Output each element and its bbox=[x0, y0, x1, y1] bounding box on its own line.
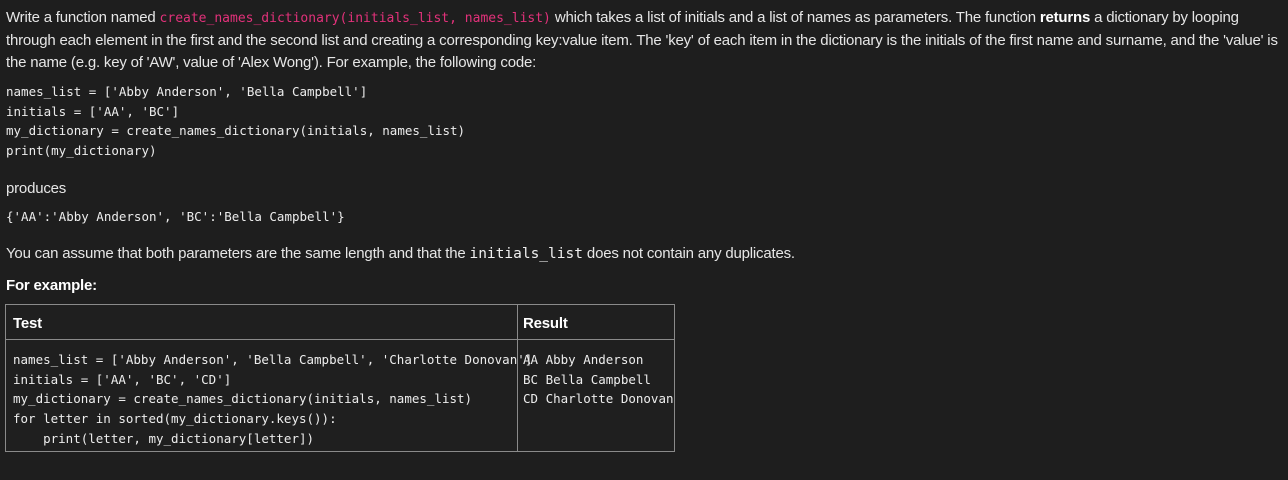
code-line: my_dictionary = create_names_dictionary(… bbox=[6, 123, 466, 139]
table-header-row: Test Result bbox=[6, 305, 674, 340]
test-code-line: for letter in sorted(my_dictionary.keys(… bbox=[13, 411, 337, 427]
for-example-label: For example: bbox=[6, 277, 97, 294]
test-code-line: initials = ['AA', 'BC', 'CD'] bbox=[13, 371, 232, 387]
result-line: BC Bella Campbell bbox=[523, 371, 651, 387]
returns-bold: returns bbox=[1039, 9, 1091, 26]
assume-text-2: does not contain any duplicates. bbox=[582, 245, 795, 262]
produces-output: {'AA':'Abby Anderson', 'BC':'Bella Campb… bbox=[6, 209, 345, 224]
for-example-heading: For example: bbox=[6, 275, 1282, 297]
code-line: names_list = ['Abby Anderson', 'Bella Ca… bbox=[6, 84, 368, 99]
example-code-block: names_list = ['Abby Anderson', 'Bella Ca… bbox=[6, 82, 465, 161]
intro-text-2: which takes a list of initials and a lis… bbox=[550, 9, 1040, 26]
initials-list-code: initials_list bbox=[469, 246, 583, 262]
assumption-text: You can assume that both parameters are … bbox=[6, 243, 1282, 265]
intro-text-1: Write a function named bbox=[6, 9, 160, 26]
test-code-line: print(letter, my_dictionary[letter]) bbox=[13, 430, 315, 446]
function-signature: create_names_dictionary(initials_list, n… bbox=[159, 11, 551, 26]
result-cell: AA Abby Anderson BC Bella Campbell CD Char… bbox=[523, 350, 674, 409]
assume-text-1: You can assume that both parameters are … bbox=[6, 245, 470, 262]
code-line: initials = ['AA', 'BC'] bbox=[6, 103, 180, 119]
result-line: AA Abby Anderson bbox=[523, 352, 644, 367]
test-cell: names_list = ['Abby Anderson', 'Bella Ca… bbox=[13, 350, 532, 449]
test-code-line: my_dictionary = create_names_dictionary(… bbox=[13, 391, 473, 407]
result-line: CD Charlotte Donovan bbox=[523, 391, 674, 407]
code-line: print(my_dictionary) bbox=[6, 143, 157, 159]
question-description: Write a function named create_names_dict… bbox=[6, 7, 1282, 74]
produces-label: produces bbox=[6, 180, 67, 197]
example-table: Test Result names_list = ['Abby Anderson… bbox=[5, 304, 675, 452]
header-test: Test bbox=[13, 315, 42, 332]
header-result: Result bbox=[523, 315, 568, 332]
test-code-line: names_list = ['Abby Anderson', 'Bella Ca… bbox=[13, 352, 533, 367]
